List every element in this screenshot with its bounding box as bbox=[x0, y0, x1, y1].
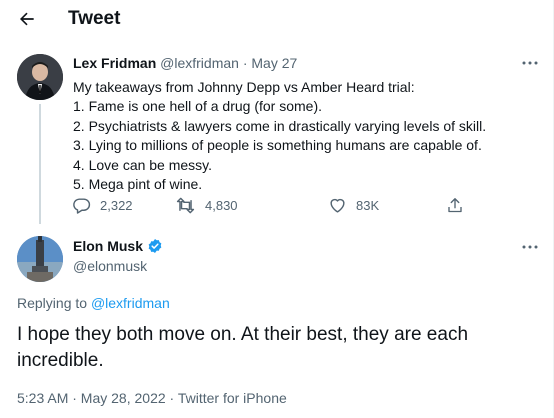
author-name-row: Elon Musk bbox=[73, 238, 163, 254]
retweet-count: 4,830 bbox=[205, 197, 238, 213]
avatar-image bbox=[17, 236, 63, 282]
reply-button[interactable]: 2,322 bbox=[72, 192, 133, 218]
like-button[interactable]: 83K bbox=[328, 192, 379, 218]
replying-prefix: Replying to bbox=[17, 295, 88, 311]
more-button[interactable] bbox=[518, 56, 542, 70]
share-button[interactable] bbox=[446, 192, 464, 218]
avatar-image bbox=[17, 54, 63, 100]
separator: · bbox=[242, 55, 248, 71]
author-handle[interactable]: @elonmusk bbox=[73, 258, 147, 274]
like-icon bbox=[330, 198, 345, 213]
replying-to: Replying to @lexfridman bbox=[17, 295, 170, 311]
tweet-date[interactable]: May 27 bbox=[251, 55, 297, 71]
author-handle[interactable]: @lexfridman bbox=[160, 55, 239, 71]
avatar[interactable] bbox=[17, 54, 63, 100]
back-arrow-icon bbox=[20, 12, 34, 26]
thread-connector bbox=[39, 104, 41, 224]
tweet-actions: 2,322 4,830 83K bbox=[70, 192, 470, 218]
retweet-button[interactable]: 4,830 bbox=[175, 192, 238, 218]
reply-icon bbox=[73, 197, 91, 214]
page-title: Tweet bbox=[68, 8, 121, 29]
tweet-line: 4. Love can be messy. bbox=[73, 156, 213, 173]
avatar[interactable] bbox=[17, 236, 63, 282]
main-tweet-text: I hope they both move on. At their best,… bbox=[17, 324, 469, 371]
verified-badge-icon bbox=[147, 238, 163, 254]
page-header: Tweet bbox=[0, 0, 554, 40]
tweet-header: Lex Fridman @lexfridman · May 27 bbox=[73, 55, 297, 71]
replying-to-link[interactable]: @lexfridman bbox=[91, 295, 170, 311]
reply-count: 2,322 bbox=[100, 197, 133, 213]
author-name[interactable]: Elon Musk bbox=[73, 238, 143, 254]
more-icon bbox=[522, 61, 538, 65]
tweet-text: My takeaways from Johnny Depp vs Amber H… bbox=[73, 78, 486, 194]
tweet-line: 2. Psychiatrists & lawyers come in drast… bbox=[73, 117, 487, 134]
author-name[interactable]: Lex Fridman bbox=[73, 55, 156, 71]
more-icon bbox=[522, 245, 538, 249]
like-count: 83K bbox=[356, 197, 380, 213]
back-button[interactable] bbox=[14, 8, 40, 30]
more-button[interactable] bbox=[518, 240, 542, 254]
retweet-icon bbox=[176, 197, 195, 213]
tweet-meta[interactable]: 5:23 AM · May 28, 2022 · Twitter for iPh… bbox=[17, 390, 287, 406]
tweet-line: My takeaways from Johnny Depp vs Amber H… bbox=[73, 79, 415, 95]
tweet-line: 3. Lying to millions of people is someth… bbox=[73, 137, 482, 154]
share-icon bbox=[448, 197, 462, 212]
tweet-line: 1. Fame is one hell of a drug (for some)… bbox=[73, 98, 322, 115]
